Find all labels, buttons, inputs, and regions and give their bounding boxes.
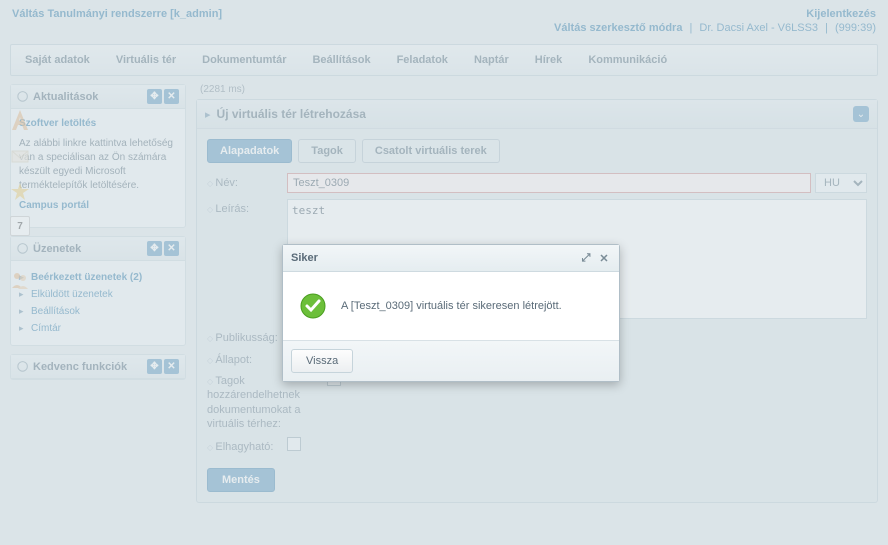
success-check-icon bbox=[299, 292, 327, 320]
expand-icon[interactable]: ⤢ bbox=[579, 251, 593, 265]
dialog-message: A [Teszt_0309] virtuális tér sikeresen l… bbox=[341, 300, 562, 312]
back-button[interactable]: Vissza bbox=[291, 349, 353, 373]
dialog-title: Siker bbox=[291, 252, 575, 264]
close-icon[interactable]: ✕ bbox=[597, 251, 611, 265]
success-dialog: Siker ⤢ ✕ A [Teszt_0309] virtuális tér s… bbox=[282, 244, 620, 382]
